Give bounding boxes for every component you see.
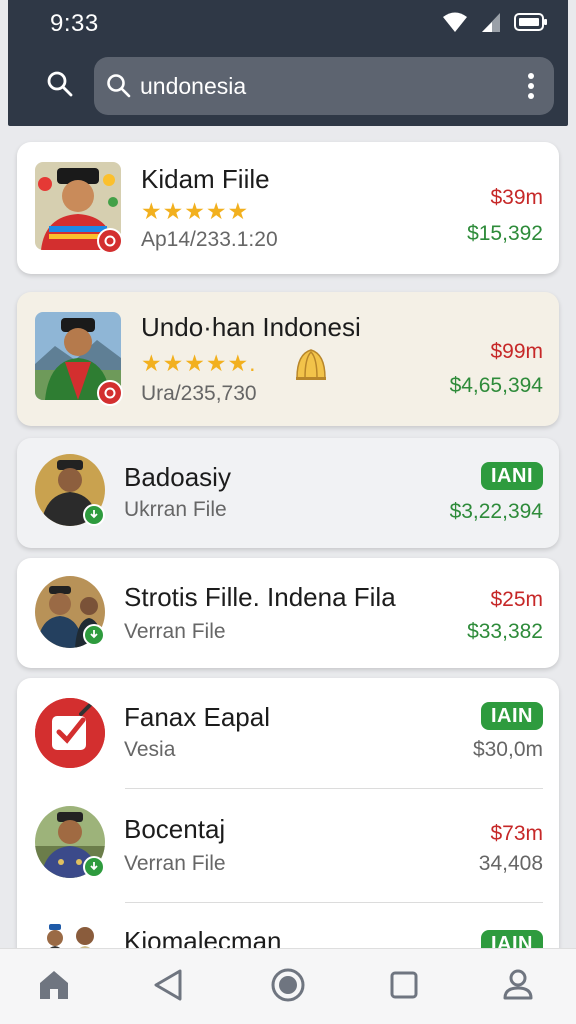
app-badge-icon xyxy=(97,380,123,406)
app-icon xyxy=(35,698,105,768)
app-badge-icon xyxy=(97,228,123,254)
search-icon xyxy=(46,70,74,103)
search-field-icon xyxy=(106,73,132,104)
download-badge-icon xyxy=(83,856,105,878)
nav-home-circle-button[interactable] xyxy=(268,967,308,1007)
price-primary: $99m xyxy=(490,340,543,363)
nav-home-button[interactable] xyxy=(34,967,74,1007)
price-secondary: 34,408 xyxy=(478,852,543,875)
result-card[interactable]: Badoasiy Ukrran File IANI $3,22,394 xyxy=(17,438,559,548)
back-icon xyxy=(152,968,184,1007)
price-primary: $25m xyxy=(490,588,543,611)
status-time: 9:33 xyxy=(50,10,99,37)
list-divider xyxy=(125,902,543,903)
search-input[interactable] xyxy=(140,69,500,103)
status-icons xyxy=(442,12,548,36)
price-primary: $39m xyxy=(490,186,543,209)
rating-stars: ★★★★★. xyxy=(141,350,257,376)
install-badge[interactable]: IANI xyxy=(481,462,543,490)
result-subtitle: Ap14/233.1:20 xyxy=(141,228,278,251)
wifi-icon xyxy=(442,11,468,38)
result-subtitle: Ukrran File xyxy=(124,498,227,521)
result-list-card: Fanax Eapal Vesia IAIN $30,0m Bocentaj V… xyxy=(17,678,559,968)
install-badge[interactable]: IAIN xyxy=(481,702,543,730)
result-title: Badoasiy xyxy=(124,462,231,492)
download-badge-icon xyxy=(83,504,105,526)
profile-icon xyxy=(501,968,535,1007)
status-bar: 9:33 xyxy=(8,0,568,50)
price-secondary: $15,392 xyxy=(467,222,543,245)
nav-back-button[interactable] xyxy=(148,967,188,1007)
nav-recents-button[interactable] xyxy=(384,967,424,1007)
list-item[interactable]: Fanax Eapal Vesia IAIN $30,0m xyxy=(17,678,559,788)
result-card[interactable]: Kidam Fiile ★★★★★ Ap14/233.1:20 $39m $15… xyxy=(17,142,559,274)
rating-stars: ★★★★★ xyxy=(141,198,250,224)
nav-profile-button[interactable] xyxy=(498,967,538,1007)
battery-icon xyxy=(514,12,548,37)
price-secondary: $3,22,394 xyxy=(449,500,543,523)
result-title: Fanax Eapal xyxy=(124,702,270,732)
result-subtitle: Vesia xyxy=(124,738,176,761)
list-item[interactable]: Bocentaj Verran File $73m 34,408 xyxy=(17,790,559,900)
download-badge-icon xyxy=(83,624,105,646)
more-options-icon[interactable] xyxy=(524,71,538,101)
price-secondary: $33,382 xyxy=(467,620,543,643)
recents-icon xyxy=(389,970,419,1005)
list-divider xyxy=(125,788,543,789)
search-field[interactable] xyxy=(94,57,554,115)
signal-icon xyxy=(480,11,502,38)
home-circle-icon xyxy=(270,967,306,1008)
result-subtitle: Ura/235,730 xyxy=(141,382,257,405)
price-secondary: $4,65,394 xyxy=(449,374,543,397)
result-title: Undo·han Indonesi xyxy=(141,312,361,342)
search-button[interactable] xyxy=(38,66,82,106)
result-title: Strotis Fille. Indena Fila xyxy=(124,582,396,612)
result-title: Kidam Fiile xyxy=(141,164,270,194)
bottom-navigation-bar xyxy=(0,948,576,1024)
dome-icon xyxy=(293,348,329,387)
price-secondary: $30,0m xyxy=(472,738,543,761)
result-card[interactable]: Strotis Fille. Indena Fila Verran File $… xyxy=(17,558,559,668)
price-primary: $73m xyxy=(490,822,543,845)
result-card[interactable]: Undo·han Indonesi ★★★★★. Ura/235,730 $99… xyxy=(17,292,559,426)
result-subtitle: Verran File xyxy=(124,620,226,643)
home-icon xyxy=(37,969,71,1006)
top-app-bar: 9:33 xyxy=(8,0,568,126)
result-subtitle: Verran File xyxy=(124,852,226,875)
result-title: Bocentaj xyxy=(124,814,226,844)
